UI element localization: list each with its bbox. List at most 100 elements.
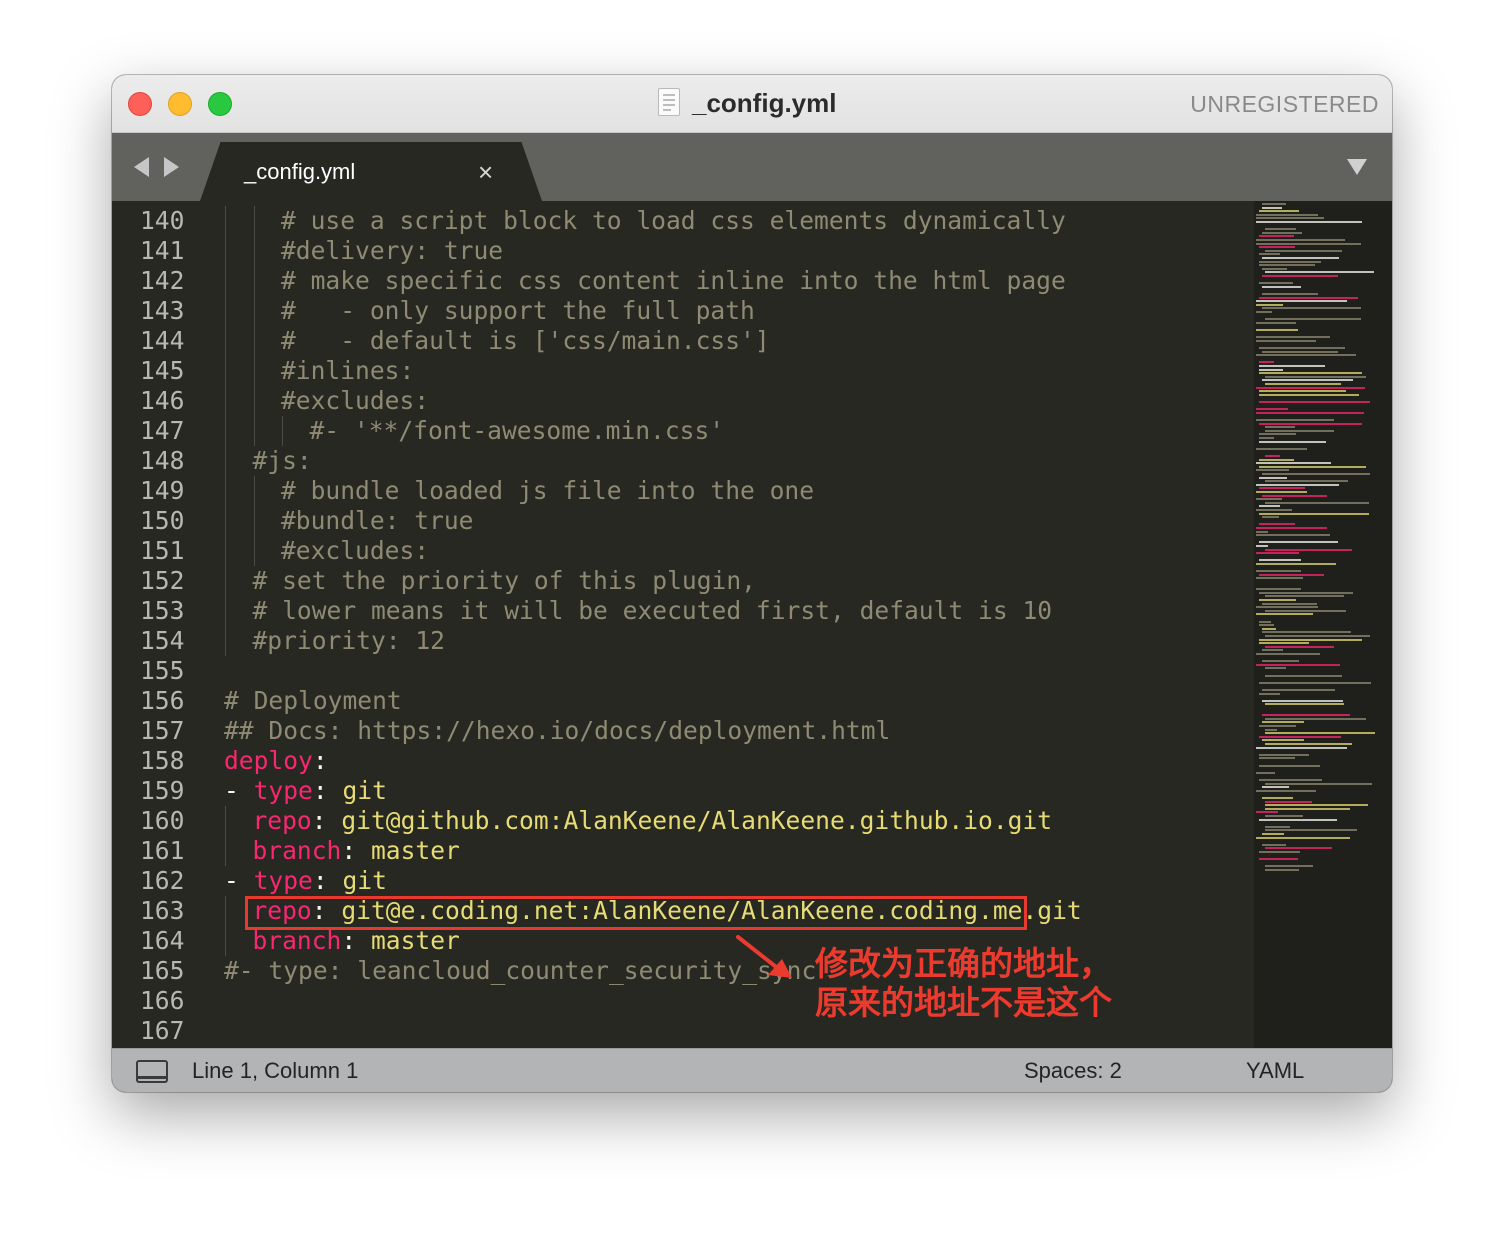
code-line[interactable]: 158 deploy: <box>112 746 1254 776</box>
code-token: #priority: 12 <box>252 626 446 655</box>
minimap-line <box>1259 512 1369 515</box>
code-line[interactable]: 152 # set the priority of this plugin, <box>112 566 1254 596</box>
code-text: # make specific css content inline into … <box>281 266 1066 296</box>
code-line[interactable]: 148 #js: <box>112 446 1254 476</box>
code-line[interactable]: 156 # Deployment <box>112 686 1254 716</box>
code-token: branch <box>252 926 342 955</box>
code-line[interactable]: 149 # bundle loaded js file into the one <box>112 476 1254 506</box>
minimap-line <box>1256 419 1334 421</box>
indent-guide <box>253 236 255 266</box>
code-token: #excludes: <box>281 386 430 415</box>
indent-guide <box>225 356 226 386</box>
code-text: branch: master <box>253 926 460 956</box>
tab-close-icon[interactable]: × <box>478 157 493 187</box>
line-number: 164 <box>140 926 185 955</box>
minimize-window-button[interactable] <box>168 92 192 116</box>
code-line[interactable]: 147 #- '**/font-awesome.min.css' <box>112 416 1254 446</box>
minimap-line <box>1265 865 1313 868</box>
syntax-mode[interactable]: YAML <box>1246 1057 1304 1085</box>
code-line[interactable]: 154 #priority: 12 <box>112 626 1254 656</box>
code-line[interactable]: 151 #excludes: <box>112 536 1254 566</box>
minimap-line <box>1262 267 1288 270</box>
minimap-line <box>1256 545 1269 547</box>
code-line[interactable]: 155 <box>112 656 1254 686</box>
code-line[interactable]: 143 # - only support the full path <box>112 296 1254 326</box>
code-line[interactable]: 162 - type: git <box>112 866 1254 896</box>
code-line[interactable]: 157 ## Docs: https://hexo.io/docs/deploym… <box>112 716 1254 746</box>
close-window-button[interactable] <box>128 92 152 116</box>
minimap-line <box>1262 203 1286 205</box>
minimap-line <box>1262 257 1339 259</box>
indent-guide <box>253 206 255 236</box>
minimap-line <box>1259 390 1347 393</box>
code-line[interactable]: 145 #inlines: <box>112 356 1254 386</box>
minimap-line <box>1262 833 1284 835</box>
minimap-line <box>1259 365 1325 367</box>
code-line[interactable]: 144 # - default is ['css/main.css'] <box>112 326 1254 356</box>
code-token: - <box>224 866 254 895</box>
minimap-line <box>1256 411 1364 414</box>
indent-guide <box>225 416 226 446</box>
minimap-line <box>1259 818 1338 821</box>
next-file-arrow-icon[interactable] <box>164 157 179 177</box>
minimap-line <box>1259 487 1305 490</box>
minimap-line <box>1265 847 1333 850</box>
code-token: : <box>312 746 328 775</box>
code-text: # bundle loaded js file into the one <box>281 476 814 506</box>
line-number: 159 <box>140 776 185 805</box>
line-number: 141 <box>140 236 185 265</box>
minimap-line <box>1265 595 1345 598</box>
minimap-line <box>1259 210 1300 213</box>
minimap-line <box>1256 498 1283 501</box>
line-number: 156 <box>140 686 185 715</box>
minimap-line <box>1265 829 1358 832</box>
code-line[interactable]: 146 #excludes: <box>112 386 1254 416</box>
minimap-line <box>1262 516 1280 519</box>
indent-guide <box>225 626 226 656</box>
code-text: repo: git@github.com:AlanKeene/AlanKeene… <box>253 806 1053 836</box>
indent-guide <box>253 326 255 356</box>
minimap-line <box>1256 242 1361 245</box>
minimap-line <box>1256 746 1347 749</box>
minimap-line <box>1259 433 1297 436</box>
code-line[interactable]: 159 - type: git <box>112 776 1254 806</box>
minimap-line <box>1262 494 1327 497</box>
minimap-line <box>1256 321 1296 324</box>
tab-menu-dropdown-icon[interactable] <box>1347 159 1367 175</box>
code-line[interactable]: 142 # make specific css content inline in… <box>112 266 1254 296</box>
code-line[interactable]: 140 # use a script block to load css elem… <box>112 206 1254 236</box>
code-line[interactable]: 141 #delivery: true <box>112 236 1254 266</box>
minimap-line <box>1259 541 1339 544</box>
code-token: : <box>312 776 343 805</box>
zoom-window-button[interactable] <box>208 92 232 116</box>
line-number: 160 <box>140 806 185 835</box>
cursor-position[interactable]: Line 1, Column 1 <box>192 1057 358 1085</box>
minimap-line <box>1265 318 1362 321</box>
minimap-line <box>1262 631 1351 634</box>
minimap[interactable] <box>1254 201 1392 1048</box>
minimap-line <box>1262 379 1353 382</box>
line-number: 148 <box>140 446 185 475</box>
minimap-line <box>1259 296 1359 299</box>
tab-label[interactable]: _config.yml <box>244 157 355 187</box>
minimap-line <box>1256 663 1341 666</box>
minimap-line <box>1259 638 1362 641</box>
code-token: deploy <box>224 746 313 775</box>
minimap-line <box>1259 264 1315 267</box>
panel-toggle-icon[interactable] <box>136 1060 168 1083</box>
minimap-line <box>1256 336 1331 339</box>
indent-guide <box>253 296 255 326</box>
minimap-line <box>1265 782 1373 785</box>
indent-guide <box>253 266 255 296</box>
previous-file-arrow-icon[interactable] <box>134 157 149 177</box>
code-line[interactable]: 150 #bundle: true <box>112 506 1254 536</box>
code-line[interactable]: 161 branch: master <box>112 836 1254 866</box>
code-token: # lower means it will be executed first,… <box>252 596 1053 625</box>
minimap-line <box>1259 282 1293 285</box>
code-line[interactable]: 160 repo: git@github.com:AlanKeene/AlanKe… <box>112 806 1254 836</box>
minimap-line <box>1256 339 1316 342</box>
code-text: # set the priority of this plugin, <box>253 566 756 596</box>
code-line[interactable]: 153 # lower means it will be executed fir… <box>112 596 1254 626</box>
indentation-setting[interactable]: Spaces: 2 <box>1024 1057 1122 1085</box>
line-number: 150 <box>140 506 185 535</box>
